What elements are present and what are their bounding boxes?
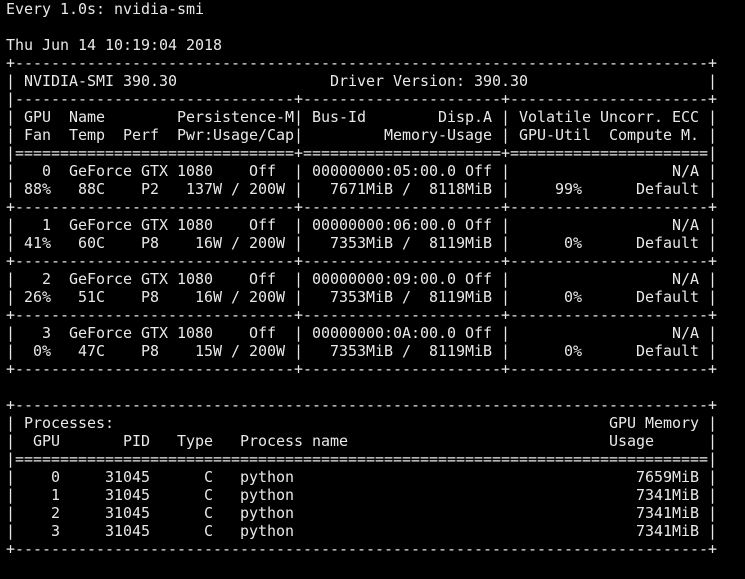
smi-divider: |-------------------------------+-------…	[6, 90, 717, 108]
gpu-row-line-1: | 0 GeForce GTX 1080 Off | 00000000:05:0…	[6, 162, 717, 180]
process-row: | 0 31045 C python 7659MiB |	[6, 468, 717, 486]
smi-border-top: +---------------------------------------…	[6, 54, 717, 72]
smi-header-line-1: | GPU Name Persistence-M| Bus-Id Disp.A …	[6, 108, 717, 126]
process-row: | 3 31045 C python 7341MiB |	[6, 522, 717, 540]
process-row: | 1 31045 C python 7341MiB |	[6, 486, 717, 504]
processes-border-bottom: +---------------------------------------…	[6, 540, 717, 558]
timestamp: Thu Jun 14 10:19:04 2018	[6, 36, 222, 54]
gpu-row-line-2: | 88% 88C P2 137W / 200W | 7671MiB / 811…	[6, 180, 717, 198]
gpu-row-line-2: | 26% 51C P8 16W / 200W | 7353MiB / 8119…	[6, 288, 717, 306]
gpu-row-separator: +-------------------------------+-------…	[6, 198, 717, 216]
smi-double-divider: |===============================+=======…	[6, 144, 717, 162]
smi-version-line: | NVIDIA-SMI 390.30 Driver Version: 390.…	[6, 72, 717, 90]
gpu-row-line-1: | 2 GeForce GTX 1080 Off | 00000000:09:0…	[6, 270, 717, 288]
gpu-row-line-2: | 0% 47C P8 15W / 200W | 7353MiB / 8119M…	[6, 342, 717, 360]
terminal-window[interactable]: Every 1.0s: nvidia-smi Thu Jun 14 10:19:…	[6, 0, 741, 579]
watch-header: Every 1.0s: nvidia-smi	[6, 0, 204, 18]
gpu-row-separator: +-------------------------------+-------…	[6, 306, 717, 324]
gpu-row-line-2: | 41% 60C P8 16W / 200W | 7353MiB / 8119…	[6, 234, 717, 252]
processes-header-line-2: | GPU PID Type Process name Usage |	[6, 432, 717, 450]
process-row: | 2 31045 C python 7341MiB |	[6, 504, 717, 522]
smi-header-line-2: | Fan Temp Perf Pwr:Usage/Cap| Memory-Us…	[6, 126, 717, 144]
processes-double-divider: |=======================================…	[6, 450, 717, 468]
processes-header-line-1: | Processes: GPU Memory |	[6, 414, 717, 432]
gpu-row-line-1: | 3 GeForce GTX 1080 Off | 00000000:0A:0…	[6, 324, 717, 342]
processes-border-top: +---------------------------------------…	[6, 396, 717, 414]
gpu-row-separator: +-------------------------------+-------…	[6, 252, 717, 270]
gpu-row-separator: +-------------------------------+-------…	[6, 360, 717, 378]
gpu-row-line-1: | 1 GeForce GTX 1080 Off | 00000000:06:0…	[6, 216, 717, 234]
